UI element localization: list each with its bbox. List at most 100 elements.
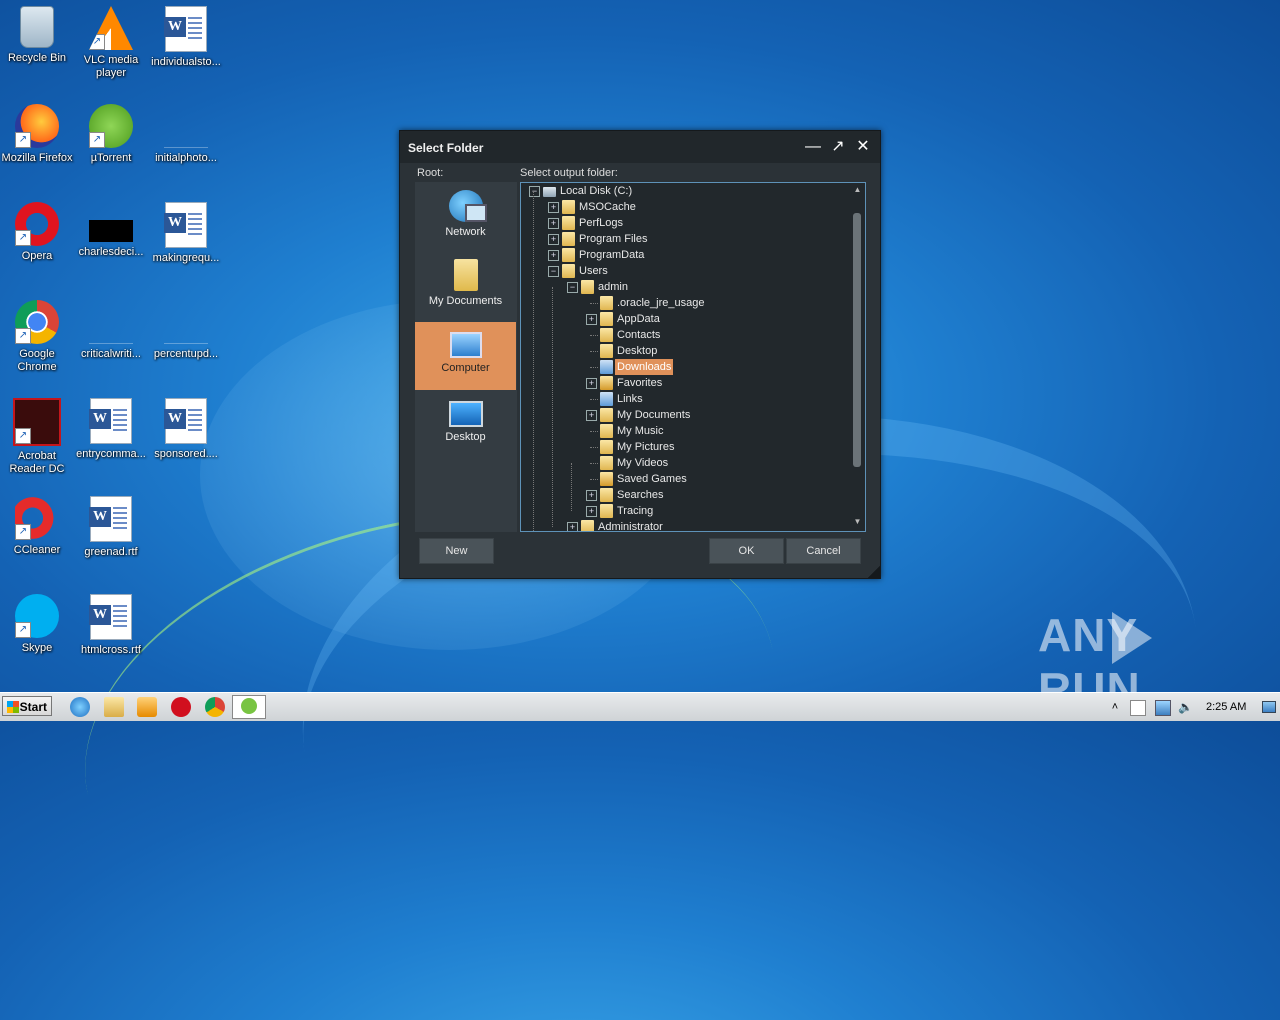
desktop-icon[interactable]: entrycomma... [74, 398, 148, 461]
tree-node[interactable]: + Administrator [521, 519, 841, 531]
tree-node-label[interactable]: My Documents [615, 407, 692, 423]
tree-node[interactable]: My Videos [521, 455, 841, 471]
utorrent-taskbar-button[interactable] [232, 695, 266, 719]
root-item-computer[interactable]: Computer [415, 322, 516, 390]
tree-node-label[interactable]: My Music [615, 423, 665, 439]
tree-node-label[interactable]: Administrator [596, 519, 665, 531]
volume-icon[interactable]: 🔈 [1178, 700, 1193, 714]
tree-node[interactable]: − Users [521, 263, 841, 279]
tree-node[interactable]: + ProgramData [521, 247, 841, 263]
expand-icon[interactable]: + [586, 506, 597, 517]
desktop-icon[interactable]: ↗ CCleaner [0, 496, 74, 557]
tree-node[interactable]: Links [521, 391, 841, 407]
expand-icon[interactable]: + [548, 202, 559, 213]
clock[interactable]: 2:25 AM [1206, 693, 1246, 721]
desktop-icon[interactable]: sponsored.... [149, 398, 223, 461]
expand-icon[interactable]: + [586, 378, 597, 389]
tree-node-label[interactable]: AppData [615, 311, 662, 327]
scroll-down-icon[interactable]: ▼ [852, 517, 863, 527]
root-item-desktop[interactable]: Desktop [415, 391, 516, 459]
new-button[interactable]: New [419, 538, 494, 564]
desktop-icon[interactable]: htmlcross.rtf [74, 594, 148, 657]
desktop-icon[interactable]: ↗ Opera [0, 202, 74, 263]
tree-node-label[interactable]: My Videos [615, 455, 670, 471]
scrollbar-thumb[interactable] [853, 213, 861, 467]
tree-node-label[interactable]: Downloads [615, 359, 674, 375]
expand-icon[interactable]: + [586, 314, 597, 325]
tree-node[interactable]: Saved Games [521, 471, 841, 487]
desktop-icon[interactable]: criticalwriti... [74, 300, 148, 361]
collapse-icon[interactable]: − [567, 282, 578, 293]
media-player-icon[interactable] [137, 697, 157, 717]
maximize-icon[interactable]: ↗ [828, 137, 848, 157]
tree-node[interactable]: My Music [521, 423, 841, 439]
desktop-icon[interactable]: ↗ VLC media player [74, 6, 148, 80]
expand-icon[interactable]: + [548, 250, 559, 261]
tree-node-label[interactable]: Program Files [577, 231, 649, 247]
tree-node-label[interactable]: admin [596, 279, 630, 295]
tree-node[interactable]: .oracle_jre_usage [521, 295, 841, 311]
expand-icon[interactable]: + [548, 234, 559, 245]
tree-node[interactable]: + Program Files [521, 231, 841, 247]
tree-node[interactable]: Desktop [521, 343, 841, 359]
tree-node[interactable]: − Local Disk (C:) [521, 183, 841, 199]
opera-icon[interactable] [171, 697, 191, 717]
desktop-icon[interactable]: individualsto... [149, 6, 223, 69]
collapse-icon[interactable]: − [529, 186, 540, 197]
dialog-titlebar[interactable]: Select Folder — ↗ ✕ [400, 131, 880, 163]
tree-node[interactable]: Contacts [521, 327, 841, 343]
tree-node-label[interactable]: Contacts [615, 327, 662, 343]
tree-node-label[interactable]: Users [577, 263, 610, 279]
desktop-icon[interactable]: initialphoto... [149, 104, 223, 165]
tree-node[interactable]: My Pictures [521, 439, 841, 455]
tree-node-label[interactable]: Tracing [615, 503, 655, 519]
desktop-icon[interactable]: makingrequ... [149, 202, 223, 265]
cancel-button[interactable]: Cancel [786, 538, 861, 564]
show-desktop-icon[interactable] [1262, 701, 1276, 713]
expand-icon[interactable]: + [548, 218, 559, 229]
scroll-up-icon[interactable]: ▲ [852, 185, 863, 195]
collapse-icon[interactable]: − [548, 266, 559, 277]
explorer-folder-icon[interactable] [104, 697, 124, 717]
tree-node[interactable]: + Favorites [521, 375, 841, 391]
desktop-icon[interactable]: ↗ Google Chrome [0, 300, 74, 374]
tree-node[interactable]: − admin [521, 279, 841, 295]
tree-node-label[interactable]: MSOCache [577, 199, 638, 215]
tree-node-label[interactable]: ProgramData [577, 247, 646, 263]
action-center-icon[interactable] [1130, 700, 1146, 716]
internet-explorer-icon[interactable] [70, 697, 90, 717]
tree-node-label[interactable]: PerfLogs [577, 215, 625, 231]
tree-node-label[interactable]: Links [615, 391, 645, 407]
desktop-icon[interactable]: ↗ µTorrent [74, 104, 148, 165]
ok-button[interactable]: OK [709, 538, 784, 564]
desktop-icon[interactable]: greenad.rtf [74, 496, 148, 559]
tree-node[interactable]: + MSOCache [521, 199, 841, 215]
expand-icon[interactable]: + [567, 522, 578, 531]
tree-node-label[interactable]: Saved Games [615, 471, 689, 487]
chrome-icon[interactable] [205, 697, 225, 717]
expand-icon[interactable]: + [586, 490, 597, 501]
folder-tree[interactable]: ▲ ▼ − Local Disk (C:) + MSOCache + PerfLogs + P… [520, 182, 866, 532]
tree-node-label[interactable]: My Pictures [615, 439, 676, 455]
tree-node[interactable]: + Searches [521, 487, 841, 503]
show-hidden-icons-icon[interactable]: ˄ [1108, 700, 1122, 714]
tree-node[interactable]: Downloads [521, 359, 841, 375]
desktop-icon[interactable]: ↗ Skype [0, 594, 74, 655]
minimize-icon[interactable]: — [803, 137, 823, 157]
desktop-icon[interactable]: charlesdeci... [74, 202, 148, 259]
desktop-icon[interactable]: Recycle Bin [0, 6, 74, 65]
tree-scrollbar[interactable]: ▲ ▼ [852, 185, 863, 527]
tree-node[interactable]: + PerfLogs [521, 215, 841, 231]
expand-icon[interactable]: + [586, 410, 597, 421]
tree-node-label[interactable]: Favorites [615, 375, 664, 391]
start-button[interactable]: Start [2, 696, 52, 716]
root-item-my-documents[interactable]: My Documents [415, 253, 516, 321]
tree-node-label[interactable]: Local Disk (C:) [558, 183, 634, 199]
tree-node-label[interactable]: .oracle_jre_usage [615, 295, 706, 311]
desktop-icon[interactable]: ↗ Acrobat Reader DC [0, 398, 74, 476]
network-icon[interactable] [1155, 700, 1171, 716]
tree-node-label[interactable]: Searches [615, 487, 665, 503]
close-icon[interactable]: ✕ [853, 137, 873, 157]
tree-node[interactable]: + Tracing [521, 503, 841, 519]
resize-grip[interactable] [868, 566, 880, 578]
